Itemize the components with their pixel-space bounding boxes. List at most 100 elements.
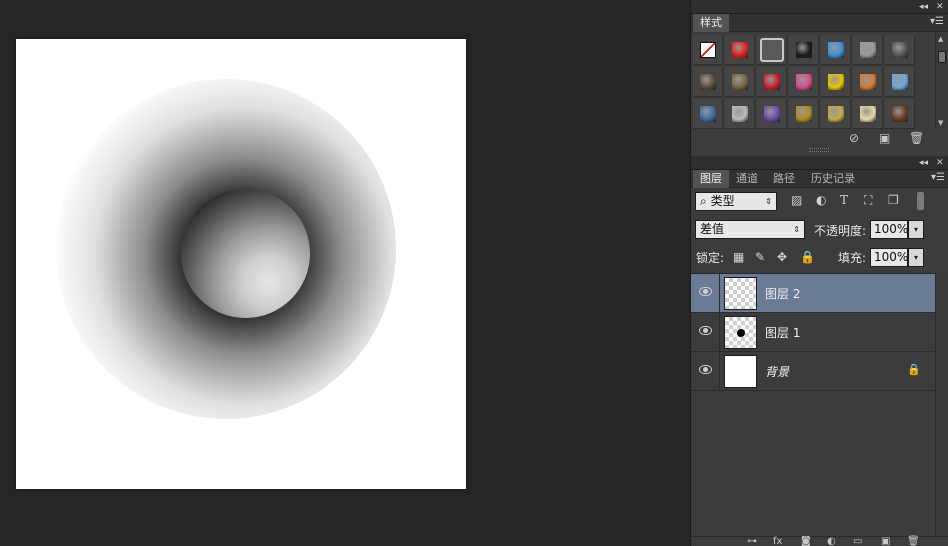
layers-footer: ⊶ fx ◙ ◐ ▭ ▣ 🗑 bbox=[691, 536, 948, 546]
tab-layers[interactable]: 图层 bbox=[693, 170, 729, 188]
panel-menu-icon[interactable]: ▾☰ bbox=[931, 172, 945, 183]
double-chevron-left-icon[interactable]: ◂◂ bbox=[919, 156, 928, 170]
tab-history[interactable]: 历史记录 bbox=[804, 170, 862, 188]
fx-icon[interactable]: fx bbox=[773, 537, 782, 546]
style-swatch-silver-texture[interactable] bbox=[725, 99, 755, 129]
shape-filter-icon[interactable]: ⛶ bbox=[864, 193, 872, 208]
style-swatch-none-style[interactable] bbox=[693, 35, 723, 65]
tab-styles[interactable]: 样式 bbox=[693, 14, 729, 32]
swatch-chip bbox=[732, 42, 748, 58]
layer-name[interactable]: 图层 1 bbox=[765, 324, 800, 341]
panel-resize-grip[interactable] bbox=[809, 148, 829, 152]
lock-all-icon[interactable]: 🔒 bbox=[800, 250, 815, 264]
blend-mode-select[interactable]: 差值 ⇕ bbox=[695, 220, 805, 239]
opacity-dropdown-icon[interactable]: ▾ bbox=[908, 220, 924, 239]
swatch-chip bbox=[892, 74, 908, 90]
styles-tabbar: 样式 ▾☰ bbox=[691, 14, 948, 32]
fill-dropdown-icon[interactable]: ▾ bbox=[908, 248, 924, 267]
style-swatch-gold-ornate[interactable] bbox=[789, 99, 819, 129]
link-layers-icon[interactable]: ⊶ bbox=[747, 537, 757, 546]
blend-mode-value: 差值 bbox=[700, 222, 725, 236]
tab-paths[interactable]: 路径 bbox=[766, 170, 802, 188]
lock-position-icon[interactable]: ✥ bbox=[777, 250, 787, 264]
swatch-chip bbox=[796, 106, 812, 122]
styles-scrollbar[interactable]: ▲ ▼ bbox=[935, 33, 948, 129]
scroll-up-icon[interactable]: ▲ bbox=[938, 35, 943, 43]
search-icon: ⌕ bbox=[700, 194, 707, 208]
lock-transparency-icon[interactable]: ▦ bbox=[733, 250, 744, 264]
opacity-field[interactable]: 100% bbox=[870, 220, 908, 239]
filter-toggle[interactable] bbox=[917, 192, 924, 210]
style-swatch-wood-frame[interactable] bbox=[885, 99, 915, 129]
style-swatch-gold-frame[interactable] bbox=[821, 99, 851, 129]
scroll-down-icon[interactable]: ▼ bbox=[938, 119, 943, 127]
eye-icon[interactable] bbox=[699, 326, 712, 335]
clear-style-icon[interactable]: ⊘ bbox=[849, 131, 859, 145]
mask-icon[interactable]: ◙ bbox=[801, 537, 811, 546]
eye-icon[interactable] bbox=[699, 287, 712, 296]
style-swatch-cream-frame[interactable] bbox=[853, 99, 883, 129]
style-swatch-red-stripes[interactable] bbox=[757, 67, 787, 97]
close-icon[interactable]: ✕ bbox=[936, 156, 944, 170]
swatch-chip bbox=[700, 74, 716, 90]
style-swatch-red-glow[interactable] bbox=[725, 35, 755, 65]
style-swatch-frame-outline[interactable] bbox=[757, 35, 787, 65]
styles-footer: ⊘ ▣ 🗑 bbox=[691, 130, 948, 148]
style-swatch-brown-bevel[interactable] bbox=[725, 67, 755, 97]
panel-menu-icon[interactable]: ▾☰ bbox=[930, 16, 944, 27]
layers-scrollbar[interactable] bbox=[935, 273, 948, 546]
eye-divider bbox=[719, 352, 720, 391]
layer-row-background[interactable]: 背景 🔒 bbox=[691, 352, 935, 391]
style-swatch-yellow-gem[interactable] bbox=[821, 67, 851, 97]
no-style-swatch bbox=[700, 42, 716, 58]
style-swatch-brown-flat[interactable] bbox=[693, 67, 723, 97]
new-layer-icon[interactable]: ▣ bbox=[881, 537, 890, 546]
swatch-chip bbox=[860, 42, 876, 58]
layer-row-layer-1[interactable]: 图层 1 bbox=[691, 313, 935, 352]
layer-name[interactable]: 图层 2 bbox=[765, 285, 800, 302]
layers-tabbar: 图层 通道 路径 历史记录 ▾☰ bbox=[691, 170, 948, 188]
style-swatch-orange-gradient[interactable] bbox=[853, 67, 883, 97]
close-icon[interactable]: ✕ bbox=[936, 0, 944, 14]
smart-object-filter-icon[interactable]: ❐ bbox=[888, 193, 899, 207]
filter-kind-select[interactable]: ⌕ 类型 ⇕ bbox=[695, 192, 777, 211]
adjustment-layer-icon[interactable]: ◐ bbox=[827, 537, 836, 546]
document-canvas[interactable] bbox=[16, 39, 466, 489]
canvas-workspace[interactable] bbox=[0, 0, 690, 546]
group-icon[interactable]: ▭ bbox=[853, 537, 862, 546]
new-style-icon[interactable]: ▣ bbox=[879, 131, 890, 145]
double-chevron-left-icon[interactable]: ◂◂ bbox=[919, 0, 928, 14]
eye-icon[interactable] bbox=[699, 365, 712, 374]
style-swatch-dark-bevel[interactable] bbox=[885, 35, 915, 65]
swatch-chip bbox=[700, 106, 716, 122]
adjustment-filter-icon[interactable]: ◐ bbox=[816, 193, 826, 207]
tab-channels[interactable]: 通道 bbox=[729, 170, 765, 188]
style-swatch-gray-square[interactable] bbox=[853, 35, 883, 65]
updown-caret-icon: ⇕ bbox=[765, 197, 772, 206]
delete-layer-icon[interactable]: 🗑 bbox=[907, 537, 920, 546]
dot-shape bbox=[737, 329, 745, 337]
lock-paint-icon[interactable]: ✎ bbox=[755, 250, 765, 264]
layer-thumbnail[interactable] bbox=[724, 277, 757, 310]
layers-panel: ◂◂ ✕ 图层 通道 路径 历史记录 ▾☰ ⌕ 类型 ⇕ ▨ ◐ T ⛶ ❐ 差… bbox=[691, 156, 948, 546]
style-swatch-black-button[interactable] bbox=[789, 35, 819, 65]
swatch-chip bbox=[796, 42, 812, 58]
image-filter-icon[interactable]: ▨ bbox=[791, 193, 802, 207]
layer-thumbnail[interactable] bbox=[724, 316, 757, 349]
type-filter-icon[interactable]: T bbox=[840, 193, 848, 207]
lock-icon[interactable]: 🔒 bbox=[907, 363, 921, 376]
style-swatch-sunset-photo[interactable] bbox=[693, 99, 723, 129]
layer-row-layer-2[interactable]: 图层 2 bbox=[691, 274, 935, 313]
layer-thumbnail[interactable] bbox=[724, 355, 757, 388]
layers-collapse-bar: ◂◂ ✕ bbox=[691, 156, 948, 170]
fill-field[interactable]: 100% bbox=[870, 248, 908, 267]
scroll-thumb[interactable] bbox=[938, 51, 946, 63]
style-swatch-purple-bevel[interactable] bbox=[757, 99, 787, 129]
style-swatch-sky-blue[interactable] bbox=[885, 67, 915, 97]
swatch-chip bbox=[860, 106, 876, 122]
delete-icon[interactable]: 🗑 bbox=[909, 131, 924, 145]
layer-name[interactable]: 背景 bbox=[765, 363, 789, 380]
style-swatch-multicolor-tiles[interactable] bbox=[789, 67, 819, 97]
fill-label: 填充: bbox=[838, 251, 867, 265]
style-swatch-blue-glass[interactable] bbox=[821, 35, 851, 65]
